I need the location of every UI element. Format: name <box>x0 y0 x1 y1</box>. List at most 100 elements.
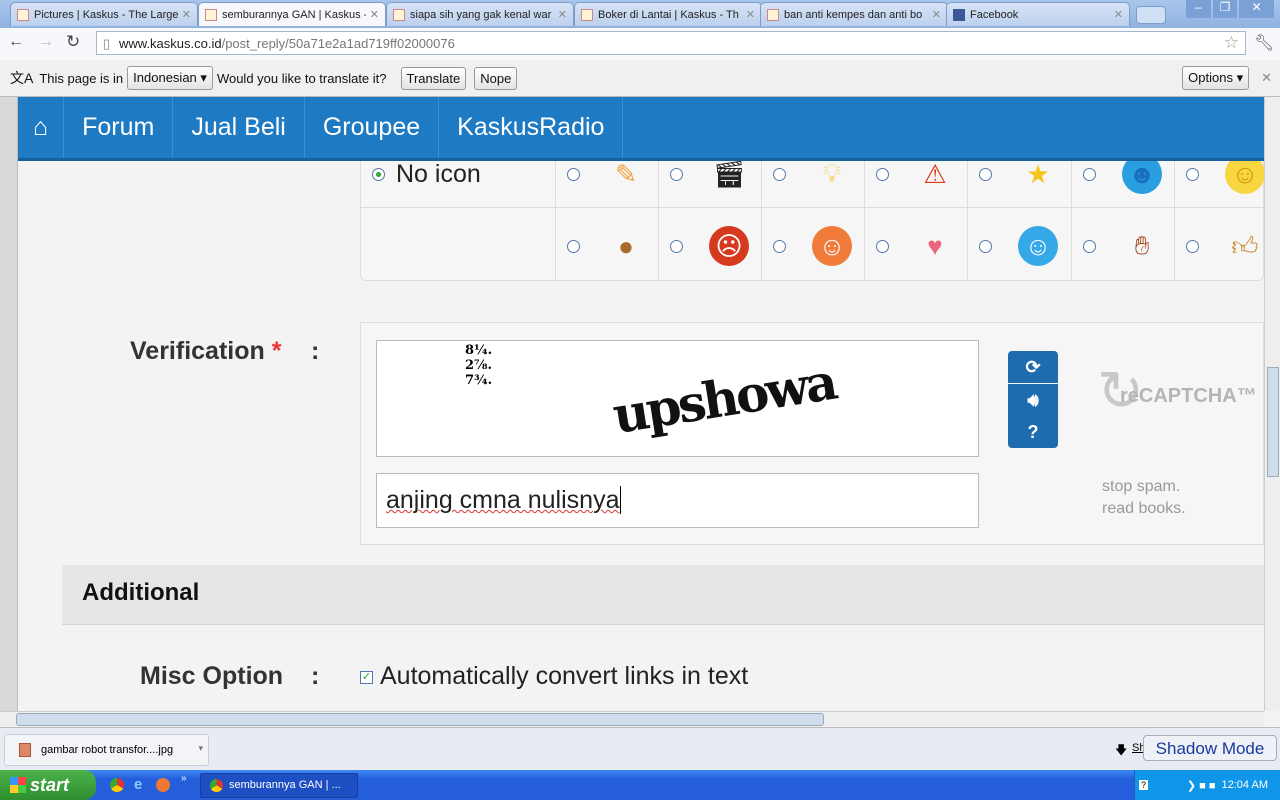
download-shelf: gambar robot transfor....jpg ▾ 🡇 Sh Shado… <box>0 727 1280 770</box>
tab[interactable]: ban anti kempes dan anti bo ✕ <box>760 2 948 26</box>
tab-active[interactable]: semburannya GAN | Kaskus - ✕ <box>198 2 386 26</box>
favicon-icon <box>205 8 217 21</box>
home-icon: ⌂ <box>33 113 49 141</box>
options-button[interactable]: Options ▾ <box>1182 66 1250 90</box>
close-tab-icon[interactable]: ✕ <box>932 8 941 21</box>
required-marker: * <box>271 337 282 365</box>
tagline: read books. <box>1102 500 1186 517</box>
icon-radio[interactable] <box>773 240 786 253</box>
vertical-scrollbar[interactable] <box>1264 97 1280 711</box>
tagline: stop spam. <box>1102 478 1181 495</box>
new-tab-button[interactable] <box>1136 6 1166 24</box>
forward-button[interactable]: → <box>38 33 54 51</box>
horizontal-scrollbar[interactable] <box>0 711 1264 727</box>
thumbs-up-icon: 👍︎ <box>1231 230 1259 261</box>
icon-radio[interactable] <box>979 168 992 181</box>
scroll-thumb[interactable] <box>16 713 824 726</box>
clock: 12:04 AM <box>1221 779 1268 791</box>
icon-radio[interactable] <box>670 168 683 181</box>
download-item[interactable]: gambar robot transfor....jpg ▾ <box>4 734 209 766</box>
wrench-icon[interactable]: 🔧︎ <box>1254 33 1274 53</box>
captcha-help-button[interactable]: ? <box>1008 416 1058 448</box>
top-navigation: ⌂ Forum Jual Beli Groupee KaskusRadio <box>18 97 1264 161</box>
tab[interactable]: Pictures | Kaskus - The Large ✕ <box>10 2 198 26</box>
more-quicklaunch-icon[interactable]: » <box>181 773 187 784</box>
no-icon-label: No icon <box>396 160 481 188</box>
tab[interactable]: Boker di Lantai | Kaskus - Th ✕ <box>574 2 762 26</box>
nav-forum[interactable]: Forum <box>64 97 174 158</box>
nav-groupee[interactable]: Groupee <box>305 97 440 158</box>
misc-option-label: Misc Option <box>140 662 284 690</box>
close-infobar-icon[interactable]: ✕ <box>1261 70 1272 86</box>
tab[interactable]: siapa sih yang gak kenal war ✕ <box>386 2 574 26</box>
windows-logo-icon <box>10 777 26 793</box>
close-window-button[interactable]: ✕ <box>1239 0 1274 18</box>
close-tab-icon[interactable]: ✕ <box>558 8 567 21</box>
audio-captcha-button[interactable]: 🔊︎ <box>1008 384 1058 416</box>
additional-section-header: Additional <box>62 565 1264 625</box>
poop-icon: ● <box>618 230 634 261</box>
close-tab-icon[interactable]: ✕ <box>746 8 755 21</box>
windows-taskbar <box>0 770 1280 800</box>
captcha-image: 8¼. 2⅞. 7¾. upshowa <box>376 340 979 457</box>
tab-strip: Pictures | Kaskus - The Large ✕ semburann… <box>0 0 1280 28</box>
verification-label: Verification * <box>130 337 282 365</box>
back-button[interactable]: ← <box>8 33 24 51</box>
icon-radio[interactable] <box>670 240 683 253</box>
taskbar-window-button[interactable]: semburannya GAN | ... <box>200 773 358 798</box>
tab[interactable]: Facebook ✕ <box>946 2 1130 26</box>
no-icon-radio[interactable] <box>372 168 385 181</box>
address-bar[interactable]: ▯ www.kaskus.co.id/post_reply/50a71e2a1a… <box>96 31 1246 55</box>
text-cursor <box>620 486 622 514</box>
favicon-icon <box>581 8 593 21</box>
colon: : <box>311 662 320 690</box>
page-icon: ▯ <box>103 36 111 51</box>
icon-radio[interactable] <box>1186 240 1199 253</box>
language-select[interactable]: Indonesian ▾ <box>127 66 213 90</box>
translate-icon: 文A <box>10 70 34 86</box>
nope-button[interactable]: Nope <box>474 66 518 90</box>
ie-icon[interactable]: e <box>134 776 142 793</box>
convert-links-checkbox[interactable]: ✓ <box>360 671 373 684</box>
download-arrow-icon: 🡇 <box>1115 743 1128 757</box>
chrome-icon <box>210 779 223 792</box>
icon-radio[interactable] <box>876 168 889 181</box>
help-tray-icon[interactable]: ? <box>1139 780 1149 790</box>
translate-button[interactable]: Translate <box>400 66 467 90</box>
icon-radio[interactable] <box>1083 168 1096 181</box>
shadow-mode-button[interactable]: Shadow Mode <box>1143 735 1277 761</box>
nav-kaskusradio[interactable]: KaskusRadio <box>439 97 624 158</box>
star-icon[interactable]: ☆ <box>1224 33 1239 53</box>
captcha-response-input[interactable]: anjing cmna nulisnya <box>376 473 979 528</box>
chrome-icon[interactable] <box>110 778 124 792</box>
recaptcha-logo: reCAPTCHA™ <box>1120 385 1257 407</box>
scroll-thumb[interactable] <box>1267 367 1279 477</box>
laugh-icon: ☺ <box>812 226 852 266</box>
colon: : <box>311 337 320 365</box>
icon-radio[interactable] <box>567 240 580 253</box>
icon-radio[interactable] <box>567 168 580 181</box>
nav-jual-beli[interactable]: Jual Beli <box>173 97 305 158</box>
hand-icon: ✋︎ <box>1134 230 1150 260</box>
angry-icon: ☹ <box>709 226 749 266</box>
convert-links-label: Automatically convert links in text <box>380 662 749 690</box>
translate-infobar: 文A This page is in Indonesian ▾ Would yo… <box>0 60 1280 97</box>
chevron-down-icon[interactable]: ▾ <box>198 743 203 754</box>
icon-radio[interactable] <box>1083 240 1096 253</box>
close-tab-icon[interactable]: ✕ <box>370 8 379 21</box>
icon-radio[interactable] <box>1186 168 1199 181</box>
close-tab-icon[interactable]: ✕ <box>1114 8 1123 21</box>
icon-radio[interactable] <box>979 240 992 253</box>
close-tab-icon[interactable]: ✕ <box>182 8 191 21</box>
icon-radio[interactable] <box>876 240 889 253</box>
minimize-button[interactable]: – <box>1186 0 1211 18</box>
tray-icons[interactable]: ❯ ■ ■ <box>1187 779 1216 792</box>
refresh-captcha-button[interactable]: ⟳ <box>1008 351 1058 383</box>
icon-radio[interactable] <box>773 168 786 181</box>
reload-button[interactable]: ↻ <box>66 32 80 52</box>
heart-icon: ♥ <box>927 230 943 261</box>
firefox-icon[interactable] <box>156 778 170 792</box>
restore-button[interactable]: ❐ <box>1212 0 1238 18</box>
file-icon <box>19 743 31 757</box>
home-button[interactable]: ⌂ <box>18 97 65 158</box>
